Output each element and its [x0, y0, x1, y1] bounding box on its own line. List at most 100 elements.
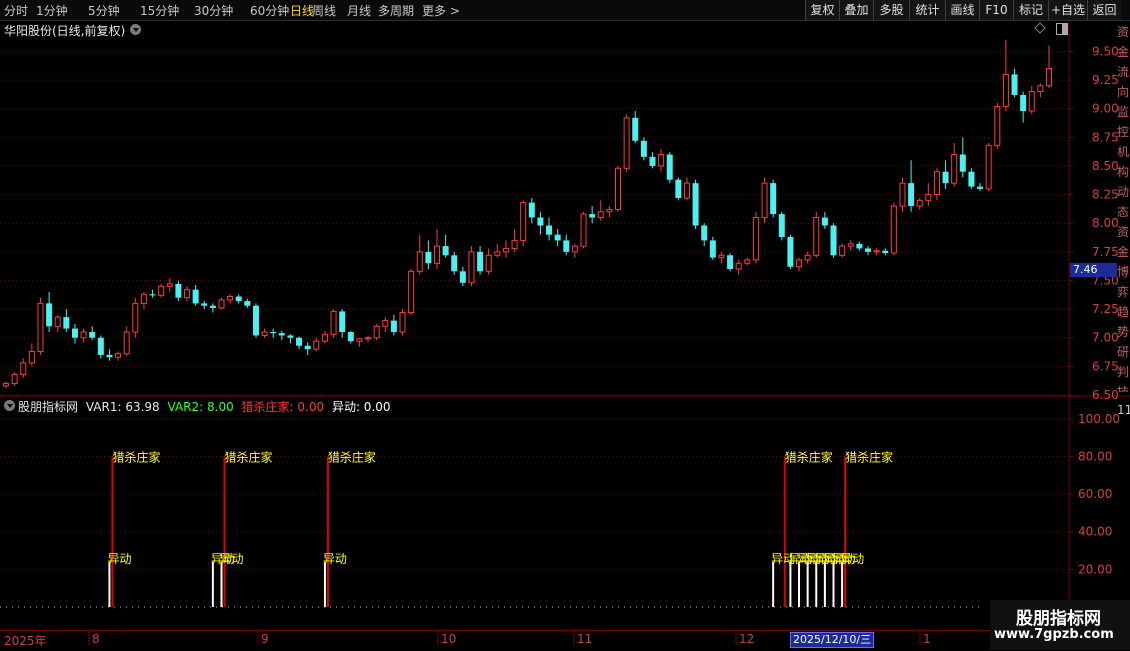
candle-body-down	[692, 183, 699, 226]
candle-body-up	[744, 259, 751, 264]
candle-body-down	[821, 217, 828, 226]
candle-body-up	[615, 167, 622, 210]
watermark-name: 股朋指标网	[1016, 609, 1101, 629]
candle-body-up	[985, 144, 992, 190]
watermark-url: www.7gpzb.com	[994, 627, 1114, 642]
indicator-name: 股朋指标网	[18, 400, 79, 414]
date-label-jan: 1	[923, 632, 931, 646]
indicator-tick-label: 60.00	[1078, 487, 1112, 501]
candle-body-down	[278, 333, 285, 336]
price-tick-label: 8.00	[1092, 216, 1119, 230]
candle-body-down	[640, 140, 647, 157]
candle-body-down	[908, 183, 915, 207]
candle-body-up	[140, 293, 147, 304]
candle-body-down	[864, 248, 871, 252]
candle-body-down	[830, 225, 837, 256]
candle-body-down	[287, 335, 294, 338]
candle-body-up	[623, 117, 630, 169]
kline-chart[interactable]: 猎杀庄家 猎杀庄家 猎杀庄家 猎杀庄家 猎杀庄家异动 异动异动 异动 异动异动异动异动异动异动…	[0, 0, 1130, 650]
candle-body-down	[727, 255, 734, 270]
candle-body-up	[416, 251, 423, 272]
candle-body-down	[666, 154, 673, 180]
indicator-tick-label: 100.00	[1078, 412, 1120, 426]
candle-body-up	[796, 259, 803, 268]
candle-body-up	[494, 251, 501, 256]
candle-body-down	[632, 117, 639, 141]
candle-body-down	[106, 354, 113, 358]
price-tick-label: 7.25	[1092, 302, 1119, 316]
candle-body-up	[1028, 91, 1035, 112]
candle-body-up	[1037, 85, 1044, 93]
candle-body-up	[718, 254, 725, 259]
candle-body-up	[873, 250, 880, 253]
candle-body-up	[580, 213, 587, 247]
candle-body-up	[123, 331, 130, 355]
candle-body-down	[709, 240, 716, 258]
date-cursor-label: 2025/12/10/三	[790, 632, 875, 648]
candle-body-down	[339, 311, 346, 333]
candle-body-up	[365, 337, 372, 340]
move-signal-label: 异动	[840, 552, 864, 566]
candle-body-down	[778, 214, 785, 237]
candle-body-down	[175, 283, 182, 298]
candle-body-up	[433, 245, 440, 264]
price-tick-label: 9.25	[1092, 73, 1119, 87]
candle-body-up	[933, 171, 940, 196]
candle-body-up	[485, 254, 492, 272]
candle-body-down	[537, 217, 544, 226]
kill-value: 猎杀庄家: 0.00	[241, 400, 325, 414]
candle-body-up	[54, 316, 61, 327]
candle-body-down	[442, 246, 449, 256]
date-label-nov: 11	[577, 632, 593, 646]
kill-signal-label: 猎杀庄家	[785, 449, 833, 464]
candle-body-up	[166, 283, 173, 287]
candle-body-up	[321, 333, 328, 342]
candle-body-up	[80, 331, 87, 339]
indicator-menu-icon[interactable]	[4, 400, 15, 411]
candle-body-up	[132, 302, 139, 333]
candle-body-up	[735, 262, 742, 270]
candle-body-down	[787, 236, 794, 267]
candle-body-up	[28, 350, 35, 364]
candle-body-up	[227, 296, 234, 301]
candle-body-up	[408, 270, 415, 314]
kill-signal-label: 猎杀庄家	[328, 449, 376, 464]
candle-body-down	[451, 255, 458, 272]
candle-body-up	[330, 310, 337, 335]
candle-body-down	[71, 328, 78, 338]
candle-body-up	[382, 320, 389, 327]
price-tick-label: 8.50	[1092, 159, 1119, 173]
candle-body-up	[994, 105, 1001, 146]
candle-body-down	[46, 303, 53, 327]
candle-body-down	[209, 305, 216, 308]
candle-body-down	[235, 296, 242, 302]
candle-body-down	[856, 243, 863, 249]
price-tick-label: 9.00	[1092, 102, 1119, 116]
indicator-tick-label: 40.00	[1078, 525, 1112, 539]
kill-signal-label: 猎杀庄家	[845, 449, 893, 464]
price-tick-label: 6.50	[1092, 388, 1119, 402]
candle-body-up	[899, 182, 906, 207]
candle-body-up	[916, 199, 923, 207]
date-label-aug: 8	[92, 632, 100, 646]
candle-body-down	[390, 320, 397, 333]
candle-body-up	[37, 302, 44, 352]
candle-body-down	[89, 332, 96, 338]
candle-body-down	[675, 179, 682, 199]
candle-body-down	[63, 317, 70, 329]
candle-body-up	[951, 154, 958, 184]
candle-body-up	[115, 353, 122, 358]
move-value: 异动: 0.00	[331, 400, 391, 414]
candle-body-up	[1002, 73, 1009, 107]
move-signal-label: 异动	[323, 552, 347, 566]
price-tick-label: 8.25	[1092, 188, 1119, 202]
candle-body-down	[528, 202, 535, 218]
candle-body-down	[304, 345, 311, 350]
candle-body-down	[252, 305, 259, 336]
candle-body-down	[425, 251, 432, 264]
candle-body-down	[770, 183, 777, 215]
price-tick-label: 7.00	[1092, 331, 1119, 345]
candle-body-up	[511, 239, 518, 249]
move-signal-label: 异动	[107, 552, 131, 566]
candle-body-down	[149, 294, 156, 296]
